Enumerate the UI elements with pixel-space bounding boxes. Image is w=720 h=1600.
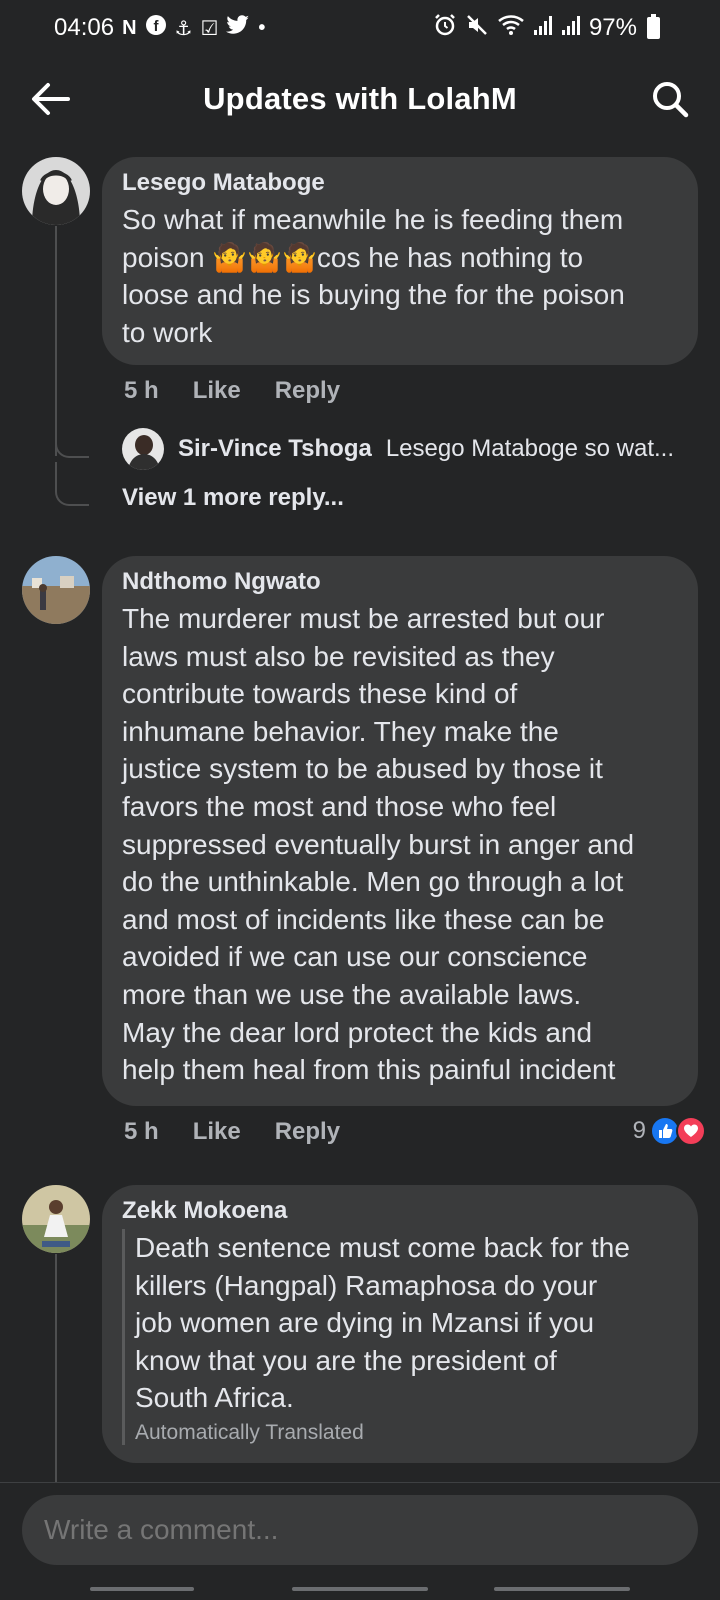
- wifi-icon: [497, 14, 525, 43]
- reply-button[interactable]: Reply: [275, 377, 340, 405]
- cleaner-notification-icon: ⚓: [174, 17, 193, 40]
- tasks-notification-icon: ☑: [200, 17, 219, 40]
- comment-time[interactable]: 5 h: [124, 377, 159, 405]
- comment-text: The murderer must be arrested but our la…: [122, 603, 635, 1086]
- comment-actions: 5 h Like Reply: [124, 1118, 340, 1146]
- page-header: Updates with LolahM: [0, 56, 720, 142]
- comment-author[interactable]: Ndthomo Ngwato: [122, 568, 678, 596]
- comment-author[interactable]: Zekk Mokoena: [122, 1197, 678, 1225]
- comment-bubble[interactable]: Ndthomo Ngwato The murderer must be arre…: [102, 556, 698, 1106]
- search-icon[interactable]: [648, 77, 692, 121]
- status-bar: 04:06 N f ⚓ ☑ • 97%: [0, 0, 720, 56]
- reaction-count: 9: [632, 1117, 646, 1144]
- status-time: 04:06: [54, 14, 115, 41]
- reply-author[interactable]: Sir-Vince Tshoga: [178, 435, 372, 463]
- comment-composer: [0, 1482, 720, 1600]
- comment-actions: 5 h Like Reply: [124, 377, 340, 405]
- comment-bubble[interactable]: Zekk Mokoena Death sentence must come ba…: [102, 1185, 698, 1463]
- status-right: 97%: [433, 13, 660, 44]
- view-more-replies-link[interactable]: View 1 more reply...: [122, 484, 344, 512]
- auto-translated-label[interactable]: Automatically Translated: [135, 1421, 678, 1445]
- more-notifications-dot: •: [258, 16, 266, 39]
- reply-preview[interactable]: Sir-Vince Tshoga Lesego Mataboge so wat.…: [122, 428, 702, 470]
- back-arrow-icon[interactable]: [28, 77, 72, 121]
- netflix-notification-icon: N: [122, 16, 137, 39]
- thread-line: [55, 1254, 57, 1484]
- comment-author[interactable]: Lesego Mataboge: [122, 169, 678, 197]
- like-button[interactable]: Like: [193, 377, 241, 405]
- thread-connector: [55, 420, 89, 458]
- signal-icon-2: [561, 14, 581, 43]
- avatar[interactable]: [22, 1185, 90, 1253]
- status-left: 04:06 N f ⚓ ☑ •: [54, 14, 265, 42]
- reply-button[interactable]: Reply: [275, 1118, 340, 1146]
- nav-handle: [292, 1587, 428, 1591]
- signal-icon-1: [533, 14, 553, 43]
- avatar[interactable]: [22, 157, 90, 225]
- comment-input[interactable]: [22, 1495, 698, 1565]
- thread-connector: [55, 462, 89, 506]
- comment-time[interactable]: 5 h: [124, 1118, 159, 1146]
- twitter-notification-icon: [226, 15, 250, 41]
- nav-handle: [90, 1587, 194, 1591]
- love-reaction-icon: [676, 1116, 706, 1146]
- page-title: Updates with LolahM: [203, 81, 517, 116]
- like-button[interactable]: Like: [193, 1118, 241, 1146]
- alarm-icon: [433, 13, 457, 44]
- nav-handle: [494, 1587, 630, 1591]
- facebook-notification-icon: f: [145, 14, 167, 42]
- battery-icon: [647, 14, 660, 39]
- reaction-summary[interactable]: 9: [633, 1116, 706, 1146]
- avatar[interactable]: [122, 428, 164, 470]
- reply-text: Lesego Mataboge so wat...: [385, 435, 675, 462]
- comment-text: Death sentence must come back for the ki…: [135, 1232, 630, 1414]
- avatar[interactable]: [22, 556, 90, 624]
- mute-icon: [465, 13, 489, 44]
- translated-content: Death sentence must come back for the ki…: [122, 1229, 678, 1445]
- battery-percent: 97%: [588, 14, 637, 41]
- comment-bubble[interactable]: Lesego Mataboge So what if meanwhile he …: [102, 157, 698, 365]
- comment-text: So what if meanwhile he is feeding them …: [122, 204, 625, 348]
